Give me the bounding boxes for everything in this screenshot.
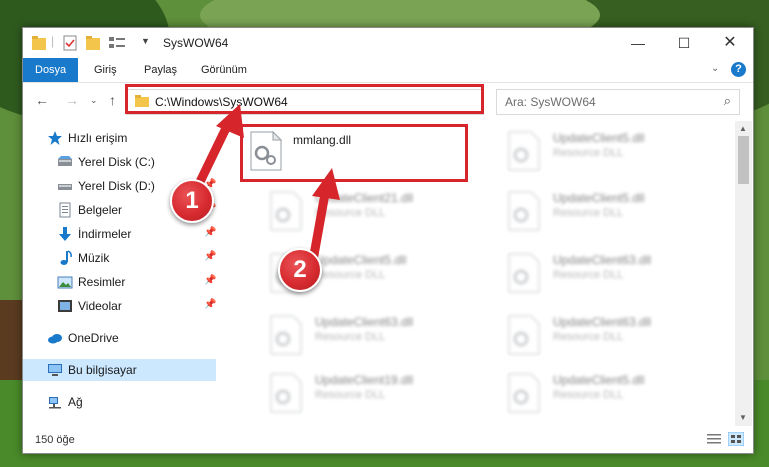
- file-item[interactable]: UpdateClient19.dll Resource DLL: [241, 365, 471, 421]
- sidebar-item-onedrive[interactable]: OneDrive: [23, 327, 216, 349]
- close-button[interactable]: ✕: [707, 28, 753, 58]
- scroll-up-icon[interactable]: ▲: [739, 124, 747, 133]
- document-icon: [59, 202, 71, 218]
- dll-file-icon: [508, 315, 540, 355]
- file-item[interactable]: UpdateClient5.dll Resource DLL: [479, 183, 709, 239]
- up-arrow-icon[interactable]: ↑: [109, 92, 116, 108]
- sidebar-item-music[interactable]: Müzik 📌: [23, 247, 216, 269]
- pin-icon[interactable]: 📌: [204, 155, 216, 166]
- network-icon: [49, 397, 61, 409]
- file-item[interactable]: UpdateClient63.dll Resource DLL: [241, 307, 471, 363]
- scrollbar-thumb[interactable]: [738, 136, 749, 184]
- dll-file-icon: [270, 191, 302, 231]
- window-title: SysWOW64: [163, 36, 229, 50]
- step-2-badge: 2: [278, 248, 322, 292]
- tab-giris[interactable]: Giriş: [94, 58, 117, 82]
- sidebar-item-network[interactable]: Ağ: [23, 391, 216, 413]
- download-icon: [59, 227, 71, 241]
- dll-file-icon: [270, 315, 302, 355]
- pin-icon[interactable]: 📌: [204, 227, 216, 238]
- back-arrow-icon[interactable]: ←: [35, 92, 49, 108]
- vertical-scrollbar[interactable]: ▲ ▼: [735, 121, 752, 426]
- step-1-badge: 1: [170, 179, 214, 223]
- address-bar-highlight: [125, 84, 484, 114]
- dll-file-icon: [508, 253, 540, 293]
- tab-dosya[interactable]: Dosya: [23, 58, 79, 82]
- pin-icon[interactable]: 📌: [204, 251, 216, 262]
- help-icon[interactable]: ?: [731, 62, 746, 77]
- sidebar-item-local-disk-c[interactable]: Yerel Disk (C:) 📌: [23, 151, 216, 173]
- file-item[interactable]: UpdateClient63.dll Resource DLL: [479, 307, 709, 363]
- folder-icon: [32, 36, 46, 50]
- forward-arrow-icon[interactable]: →: [65, 92, 79, 108]
- quick-access-dropdown-icon[interactable]: ▼: [141, 36, 150, 52]
- drive-icon: [58, 156, 72, 166]
- sidebar-item-pictures[interactable]: Resimler 📌: [23, 271, 216, 293]
- view-options-icon[interactable]: [109, 35, 127, 51]
- navigation-pane: Hızlı erişim Yerel Disk (C:) 📌 Yerel Dis…: [23, 121, 218, 426]
- recent-locations-icon[interactable]: ⌄: [90, 95, 98, 106]
- file-item[interactable]: UpdateClient5.dll Resource DLL: [479, 123, 709, 179]
- details-view-icon[interactable]: [706, 432, 722, 446]
- item-count: 150 öğe: [35, 434, 75, 446]
- properties-icon[interactable]: [63, 35, 77, 51]
- file-highlight: [240, 124, 468, 182]
- sidebar-item-videos[interactable]: Videolar 📌: [23, 295, 216, 317]
- sidebar-item-quick-access[interactable]: Hızlı erişim: [23, 127, 216, 149]
- expand-ribbon-icon[interactable]: ⌄: [711, 63, 719, 74]
- minimize-button[interactable]: —: [615, 28, 661, 58]
- tab-paylas[interactable]: Paylaş: [144, 58, 177, 82]
- dll-file-icon: [508, 191, 540, 231]
- picture-icon: [57, 276, 73, 289]
- drive-icon: [58, 184, 72, 190]
- sidebar-item-downloads[interactable]: İndirmeler 📌: [23, 223, 216, 245]
- file-item[interactable]: UpdateClient21.dll Resource DLL: [241, 183, 471, 239]
- maximize-button[interactable]: ☐: [661, 28, 707, 58]
- search-box[interactable]: Ara: SysWOW64 ⌕: [496, 89, 740, 115]
- large-icons-view-icon[interactable]: [728, 432, 744, 446]
- search-input[interactable]: Ara: SysWOW64: [505, 95, 596, 109]
- computer-icon: [48, 364, 62, 376]
- ribbon-tabs: Dosya Giriş Paylaş Görünüm ⌄ ?: [23, 58, 753, 83]
- dll-file-icon: [508, 373, 540, 413]
- scroll-down-icon[interactable]: ▼: [739, 413, 747, 422]
- pin-icon[interactable]: 📌: [204, 275, 216, 286]
- dll-file-icon: [508, 131, 540, 171]
- cloud-icon: [48, 334, 62, 344]
- file-item[interactable]: UpdateClient5.dll Resource DLL: [479, 365, 709, 421]
- title-bar: | ▼ SysWOW64 — ☐ ✕: [23, 28, 753, 58]
- file-item[interactable]: UpdateClient5.dll Resource DLL: [241, 245, 471, 301]
- dll-file-icon: [270, 373, 302, 413]
- tab-gorunum[interactable]: Görünüm: [201, 58, 247, 82]
- separator: |: [51, 34, 55, 48]
- sidebar-item-this-pc[interactable]: Bu bilgisayar: [23, 359, 216, 381]
- pin-icon[interactable]: 📌: [204, 299, 216, 310]
- music-icon: [60, 250, 72, 265]
- status-bar: 150 öğe: [23, 427, 753, 453]
- file-item[interactable]: UpdateClient63.dll Resource DLL: [479, 245, 709, 301]
- star-icon: [48, 131, 62, 145]
- search-icon[interactable]: ⌕: [724, 93, 731, 109]
- video-icon: [58, 300, 72, 312]
- new-folder-icon[interactable]: [86, 35, 100, 51]
